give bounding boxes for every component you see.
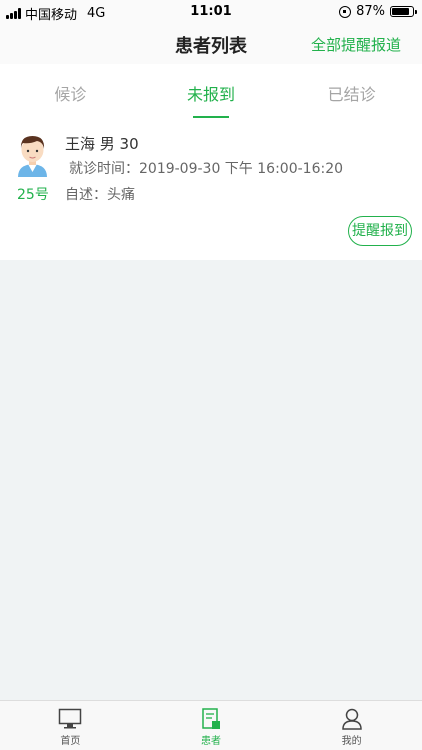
status-tabs: 候诊 未报到 已结诊 (0, 64, 422, 120)
tab-waiting[interactable]: 候诊 (0, 64, 141, 120)
remind-all-button[interactable]: 全部提醒报道 (311, 34, 401, 55)
visit-time: 就诊时间：2019-09-30 下午 16:00-16:20 (69, 161, 344, 177)
tabbar-mine[interactable]: 我的 (281, 701, 422, 750)
monitor-icon (59, 708, 82, 729)
tab-not-checked-in[interactable]: 未报到 (141, 64, 282, 120)
tabbar-patients[interactable]: 患者 (141, 701, 282, 750)
status-right: 87% (339, 4, 417, 19)
tab-finished[interactable]: 已结诊 (281, 64, 422, 120)
tabbar-mine-label: 我的 (341, 736, 362, 747)
patient-card[interactable]: 25号 王海 男 30 就诊时间：2019-09-30 下午 16:00-16:… (0, 120, 422, 260)
tabbar-home[interactable]: 首页 (0, 701, 141, 750)
remind-check-in-button[interactable]: 提醒报到 (348, 216, 412, 246)
bottom-tab-bar: 首页 患者 我的 (0, 700, 422, 750)
chief-complaint: 自述：头痛 (65, 187, 135, 203)
status-bar: 中国移动 4G 11:01 87% (0, 0, 422, 24)
doctor-avatar-icon (18, 136, 47, 177)
tabbar-patients-label: 患者 (201, 736, 221, 747)
person-icon (341, 708, 362, 730)
battery-icon (390, 6, 417, 17)
nav-bar: 患者列表 全部提醒报道 (0, 24, 422, 64)
patient-record-icon (202, 708, 220, 729)
battery-percent: 87% (356, 4, 385, 19)
queue-number: 25号 (17, 187, 49, 203)
patient-list: 25号 王海 男 30 就诊时间：2019-09-30 下午 16:00-16:… (0, 120, 422, 260)
patient-name: 王海 男 30 (65, 135, 139, 153)
tabbar-home-label: 首页 (60, 736, 81, 747)
rotation-lock-icon (339, 5, 352, 18)
